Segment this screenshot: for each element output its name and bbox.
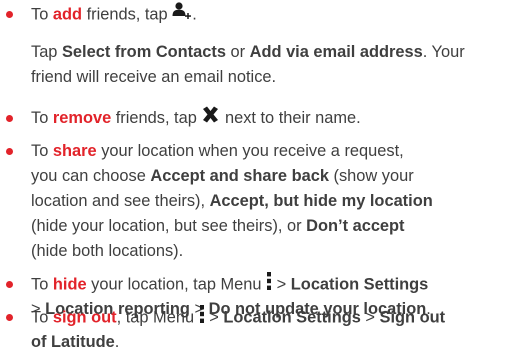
- text-period: .: [114, 333, 120, 351]
- text-to: To: [31, 142, 49, 160]
- remove-line: To remove friends, tap next to their nam…: [31, 106, 507, 131]
- menu-icon: [266, 272, 272, 298]
- text-to: To: [31, 5, 49, 24]
- text-to: To: [31, 109, 49, 127]
- text-hide-your-location: (hide your location, but see theirs), or: [31, 217, 302, 235]
- bullet-dot: [6, 148, 13, 155]
- hide-line1: To hide your location, tap Menu > Locati…: [31, 272, 507, 298]
- option-select-from-contacts: Select from Contacts: [62, 43, 226, 61]
- text-next-to-name: next to their name.: [224, 109, 361, 127]
- signout-line2: of Latitude.: [31, 330, 507, 355]
- bullet-dot: [6, 314, 13, 321]
- menu-icon: [199, 305, 205, 331]
- text-friends-tap: friends, tap: [115, 109, 197, 127]
- add-person-icon: [172, 2, 192, 28]
- menu-location-settings: Location Settings: [223, 308, 361, 327]
- share-line2: you can choose Accept and share back (sh…: [31, 164, 507, 189]
- bullet-dot: [6, 281, 13, 288]
- text-gt: >: [209, 308, 219, 327]
- add-note-line1: Tap Select from Contacts or Add via emai…: [31, 40, 507, 65]
- share-line3: location and see theirs), Accept, but hi…: [31, 189, 507, 214]
- text-location-see-theirs: location and see theirs),: [31, 192, 206, 210]
- instructions-page: To add friends, tap . Tap Select from Co…: [0, 0, 511, 354]
- share-line4: (hide your location, but see theirs), or…: [31, 214, 507, 239]
- signout-line1: To sign out, tap Menu > Location Setting…: [31, 305, 507, 331]
- action-share: share: [52, 142, 97, 160]
- menu-of-latitude: of Latitude: [31, 333, 115, 351]
- action-hide: hide: [52, 275, 87, 294]
- menu-sign-out: Sign out: [379, 308, 446, 327]
- text-gt: >: [365, 308, 375, 327]
- share-line5: (hide both locations).: [31, 242, 184, 260]
- bullet-dot: [6, 115, 13, 122]
- text-tap-menu: , tap Menu: [116, 308, 195, 327]
- option-accept-and-share-back: Accept and share back: [150, 167, 329, 185]
- text-to: To: [31, 308, 49, 327]
- text-gt: >: [276, 275, 287, 294]
- remove-x-icon: [201, 106, 220, 131]
- add-line: To add friends, tap .: [31, 2, 507, 28]
- share-line1: To share your location when you receive …: [31, 139, 507, 164]
- text-share-desc: your location when you receive a request…: [101, 142, 404, 160]
- option-add-via-email: Add via email address: [249, 43, 423, 61]
- text-your: . Your: [422, 43, 465, 61]
- option-dont-accept: Don’t accept: [306, 217, 405, 235]
- option-accept-hide-location: Accept, but hide my location: [209, 192, 433, 210]
- text-you-can-choose: you can choose: [31, 167, 146, 185]
- text-your-location-tap-menu: your location, tap Menu: [91, 275, 262, 294]
- text-to: To: [31, 275, 49, 294]
- action-sign-out: sign out: [52, 308, 117, 327]
- action-remove: remove: [52, 109, 112, 127]
- text-friends-tap: friends, tap: [86, 5, 168, 24]
- text-or: or: [230, 43, 246, 61]
- add-note-line2: friend will receive an email notice.: [31, 68, 277, 86]
- text-period: .: [192, 5, 197, 24]
- text-show-your: (show your: [333, 167, 414, 185]
- text-tap: Tap: [31, 43, 58, 61]
- action-add: add: [52, 5, 83, 24]
- menu-location-settings: Location Settings: [290, 275, 429, 294]
- bullet-dot: [6, 11, 13, 18]
